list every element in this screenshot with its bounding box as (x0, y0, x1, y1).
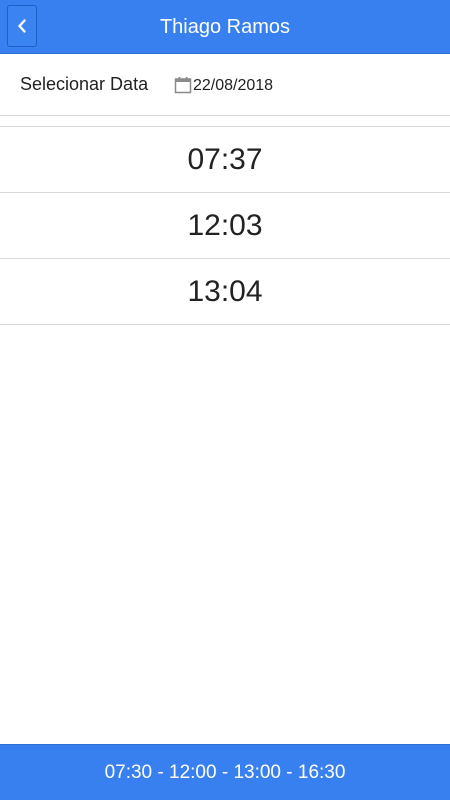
date-picker[interactable]: 22/08/2018 (174, 75, 273, 95)
date-selector-row: Selecionar Data 22/08/2018 (0, 54, 450, 116)
schedule-text: 07:30 - 12:00 - 13:00 - 16:30 (104, 761, 346, 783)
calendar-icon (174, 77, 192, 94)
schedule-footer: 07:30 - 12:00 - 13:00 - 16:30 (0, 744, 450, 800)
punch-row[interactable]: 07:37 (0, 127, 450, 193)
punch-list: 07:37 12:03 13:04 (0, 127, 450, 325)
app-header: Thiago Ramos (0, 0, 450, 54)
page-title: Thiago Ramos (159, 16, 291, 38)
date-value: 22/08/2018 (193, 77, 274, 94)
punch-row[interactable]: 13:04 (0, 259, 450, 325)
punch-row[interactable]: 12:03 (0, 193, 450, 259)
app-root: Thiago Ramos Selecionar Data 22/08/2018 … (0, 0, 450, 800)
date-selector-label: Selecionar Data (20, 74, 149, 94)
